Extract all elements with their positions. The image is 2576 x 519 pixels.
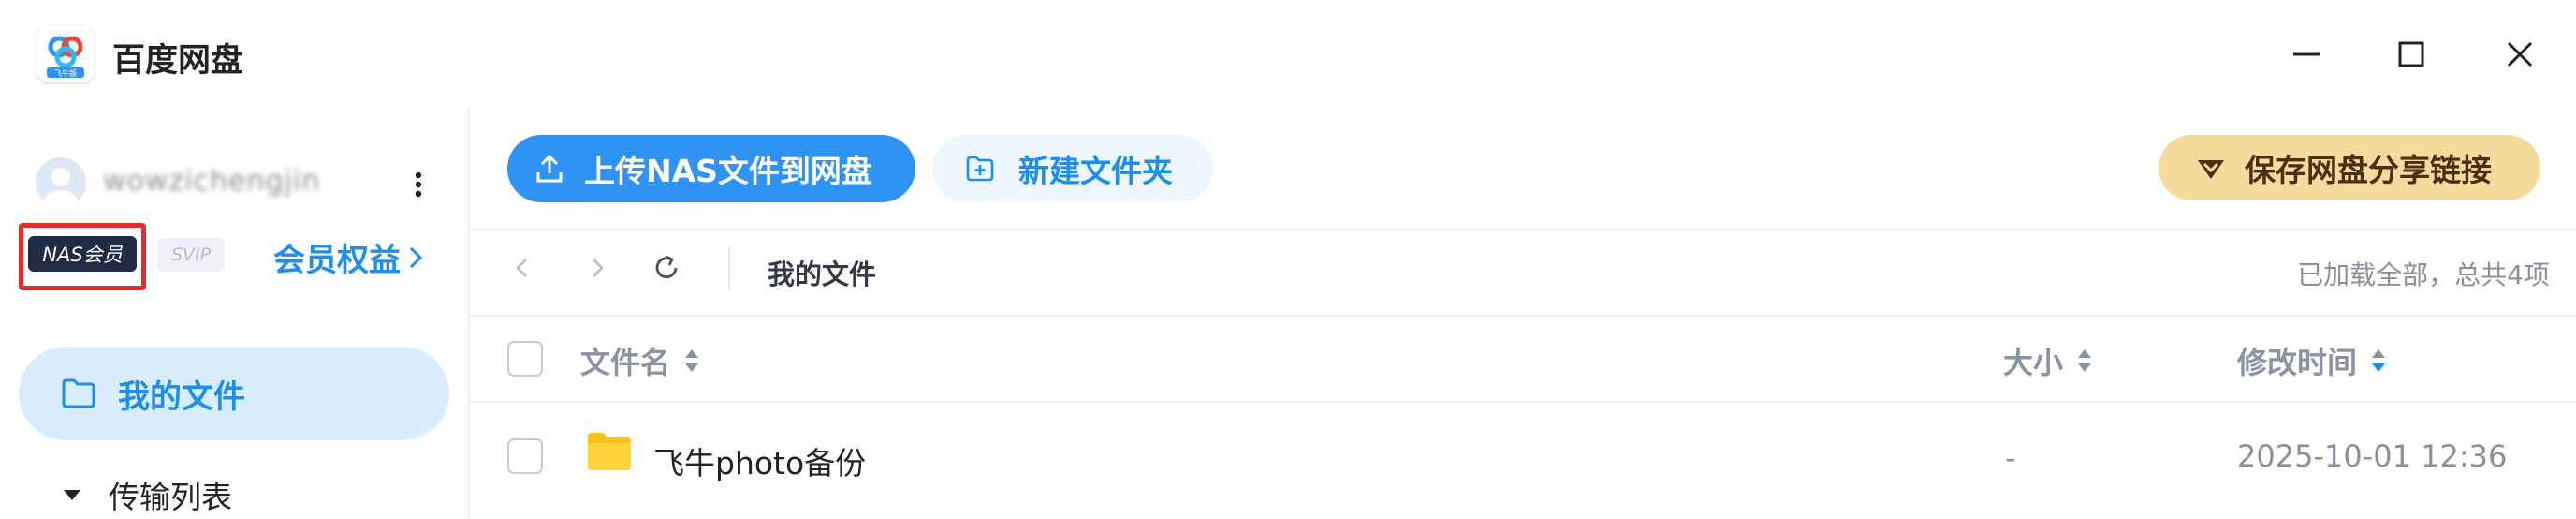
sidebar: wowzichengjin NAS会员 SVIP 会员权益 我的文件 传输列表: [0, 107, 470, 519]
member-benefits-label: 会员权益: [273, 242, 401, 279]
svip-badge: SVIP: [157, 238, 225, 272]
column-header-label: 文件名: [580, 345, 671, 380]
sidebar-item-transfers[interactable]: 传输列表: [62, 472, 232, 517]
sort-icon: [2078, 349, 2092, 372]
diamond-icon: [2198, 160, 2224, 179]
column-header-name[interactable]: 文件名: [580, 339, 700, 382]
upload-icon: [536, 154, 563, 183]
forward-button[interactable]: [578, 249, 616, 287]
member-benefits-link[interactable]: 会员权益: [273, 234, 425, 280]
chevron-right-icon: [409, 246, 423, 268]
new-folder-button[interactable]: 新建文件夹: [932, 135, 1213, 202]
chevron-right-icon: [593, 259, 604, 277]
save-share-label: 保存网盘分享链接: [2245, 152, 2492, 188]
file-size: -: [2005, 440, 2016, 476]
new-folder-label: 新建文件夹: [1018, 153, 1173, 189]
column-header-modified[interactable]: 修改时间: [2237, 339, 2387, 382]
divider: [728, 247, 730, 290]
save-share-link-button[interactable]: 保存网盘分享链接: [2159, 135, 2540, 200]
sidebar-item-label: 传输列表: [109, 479, 232, 515]
breadcrumb[interactable]: 我的文件: [768, 253, 876, 292]
app-title: 百度网盘: [112, 42, 244, 80]
divider: [470, 401, 2576, 403]
maximize-button[interactable]: [2385, 28, 2437, 81]
minimize-icon: [2293, 52, 2320, 56]
sort-desc-icon: [2372, 349, 2386, 372]
close-icon: [2507, 41, 2533, 67]
refresh-button[interactable]: [648, 249, 685, 287]
row-checkbox[interactable]: [507, 438, 543, 474]
minimize-button[interactable]: [2280, 28, 2333, 81]
select-all-checkbox[interactable]: [507, 341, 543, 377]
sidebar-item-my-files[interactable]: 我的文件: [19, 347, 449, 440]
column-header-size[interactable]: 大小: [2003, 339, 2093, 382]
folder-icon: [586, 431, 633, 472]
file-modified: 2025-10-01 12:36: [2237, 438, 2508, 474]
column-header-label: 大小: [2003, 345, 2064, 380]
more-vertical-icon: [415, 171, 422, 198]
username: wowzichengjin: [103, 165, 321, 198]
logo-caption: 飞牛版: [54, 68, 77, 78]
user-icon: [44, 168, 78, 208]
sidebar-item-label: 我的文件: [118, 378, 245, 416]
back-button[interactable]: [504, 249, 541, 287]
divider: [470, 315, 2576, 317]
highlight-annotation: [19, 223, 146, 290]
app-logo-icon: 飞牛版: [37, 26, 94, 82]
folder-plus-icon: [966, 156, 994, 182]
more-options-button[interactable]: [404, 161, 432, 208]
sort-icon: [685, 349, 699, 372]
app-window: 飞牛版 百度网盘 wowzichengjin NAS会员 SVIP 会员权益 我…: [0, 0, 2576, 519]
upload-nas-button[interactable]: 上传NAS文件到网盘: [507, 135, 915, 202]
close-button[interactable]: [2494, 28, 2546, 81]
chevron-left-icon: [516, 259, 527, 277]
title-bar: 飞牛版 百度网盘: [0, 0, 2576, 107]
column-header-label: 修改时间: [2237, 345, 2358, 380]
folder-outline-icon: [62, 378, 95, 408]
main-content: 上传NAS文件到网盘 新建文件夹 保存网盘分享链接 我的文件 已加载全部，总共4…: [470, 107, 2576, 519]
refresh-icon: [655, 255, 678, 279]
divider: [470, 229, 2576, 230]
maximize-icon: [2398, 41, 2424, 67]
avatar[interactable]: [36, 157, 86, 208]
load-status: 已加载全部，总共4项: [2297, 260, 2550, 290]
upload-nas-label: 上传NAS文件到网盘: [584, 153, 872, 189]
triangle-down-icon: [64, 490, 80, 500]
file-name[interactable]: 飞牛photo备份: [653, 438, 866, 483]
